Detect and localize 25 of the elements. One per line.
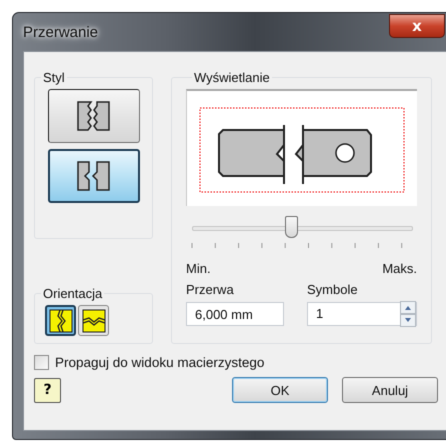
close-button[interactable]: x <box>389 14 445 38</box>
min-label: Min. <box>186 261 211 276</box>
help-button[interactable]: ? <box>34 378 61 402</box>
field-label: Przerwa <box>186 282 235 297</box>
orientation-button[interactable] <box>45 305 76 336</box>
group-label: Wyświetlanie <box>193 70 271 85</box>
orientation-icon <box>48 308 72 332</box>
cancel-button[interactable]: Anuluj <box>342 377 438 403</box>
input-field[interactable]: 6,000 mm <box>186 302 284 326</box>
ok-button[interactable]: OK <box>232 377 328 403</box>
max-label: Maks. <box>382 261 417 276</box>
slider-thumb[interactable] <box>285 216 298 238</box>
orientation-icon <box>82 308 106 332</box>
window-title: Przerwanie <box>23 24 98 40</box>
break-style-button[interactable] <box>48 89 140 143</box>
orientation-button[interactable] <box>78 305 109 336</box>
field-label: Symbole <box>307 282 359 297</box>
break-style-icon <box>75 100 112 132</box>
group-label: Styl <box>42 70 66 85</box>
break-style-icon <box>75 160 112 192</box>
break-style-button[interactable] <box>48 149 140 203</box>
slider-track[interactable] <box>192 216 413 238</box>
checkbox-label: Propaguj do widoku macierzystego <box>55 355 264 370</box>
checkbox[interactable] <box>34 355 49 370</box>
group-label: Orientacja <box>42 286 104 301</box>
